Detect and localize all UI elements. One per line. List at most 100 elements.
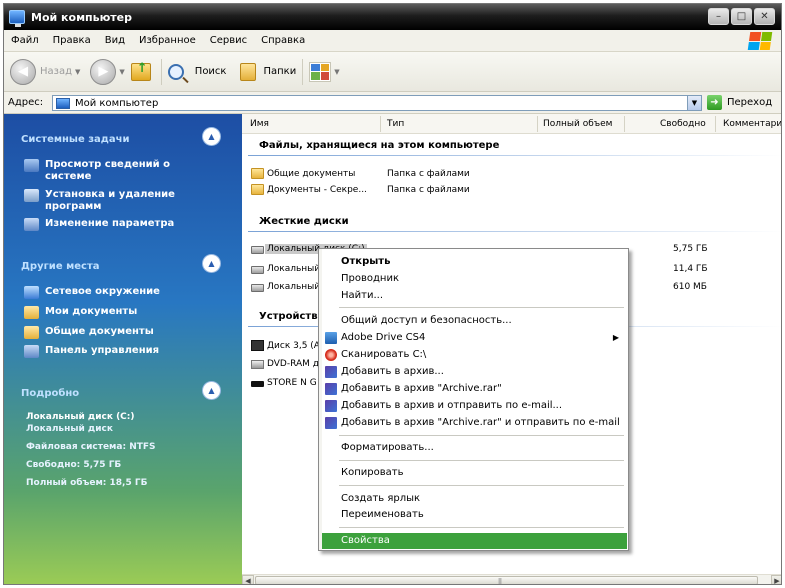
address-dropdown-icon[interactable]: ▼ (687, 96, 701, 110)
window-title: Мой компьютер (31, 10, 133, 24)
hard-drive-icon (251, 266, 264, 274)
menu-open[interactable]: Открыть (322, 254, 627, 270)
address-input[interactable]: Мой компьютер ▼ (52, 95, 702, 111)
menu-add-archive-rar[interactable]: Добавить в архив "Archive.rar" (322, 381, 627, 397)
menu-separator (339, 527, 624, 528)
window-controls: – □ ✕ (708, 8, 775, 25)
menu-scan[interactable]: Сканировать C:\ (322, 347, 627, 363)
antivirus-icon (325, 349, 337, 361)
folders-button[interactable]: Папки (226, 62, 296, 81)
menu-separator (339, 307, 624, 308)
other-places-title[interactable]: Другие места (21, 261, 100, 272)
control-panel-icon (24, 345, 39, 358)
menu-format[interactable]: Форматировать... (322, 440, 627, 456)
menu-label: Добавить в архив и отправить по e-mail..… (341, 400, 563, 411)
menu-find[interactable]: Найти... (322, 288, 627, 304)
menu-properties[interactable]: Свойства (322, 533, 627, 549)
column-divider[interactable] (624, 116, 625, 132)
submenu-arrow-icon: ▶ (612, 333, 619, 342)
column-divider[interactable] (715, 116, 716, 132)
place-label: Общие документы (45, 326, 154, 337)
group-hard-disks: Жесткие диски (259, 216, 349, 227)
item-type: Папка с файлами (387, 169, 470, 179)
column-type[interactable]: Тип (387, 119, 404, 129)
my-computer-icon (9, 10, 25, 27)
back-button[interactable]: ◀ Назад ▼ (10, 58, 80, 85)
menu-add-archive-email[interactable]: Добавить в архив и отправить по e-mail..… (322, 398, 627, 414)
scroll-left-icon[interactable]: ◀ (242, 575, 254, 584)
views-button[interactable]: ▼ (309, 61, 340, 82)
menu-bar: Файл Правка Вид Избранное Сервис Справка (4, 30, 781, 52)
go-button[interactable]: ➜ Переход (707, 95, 772, 110)
item-name: Диск 3,5 (A (267, 341, 320, 351)
toolbar-separator (302, 58, 304, 85)
menu-explorer[interactable]: Проводник (322, 271, 627, 287)
close-button[interactable]: ✕ (754, 8, 775, 25)
task-add-remove-programs[interactable]: Установка и удаление программ (24, 189, 204, 213)
place-control-panel[interactable]: Панель управления (24, 345, 204, 358)
menu-label: Открыть (341, 256, 391, 267)
usb-drive-icon (251, 381, 264, 387)
menu-label: Создать ярлык (341, 493, 421, 504)
menu-add-archive[interactable]: Добавить в архив... (322, 364, 627, 380)
detail-free-space: Свободно: 5,75 ГБ (26, 460, 122, 470)
menu-sharing[interactable]: Общий доступ и безопасность... (322, 313, 627, 329)
back-dropdown-icon[interactable]: ▼ (75, 68, 80, 76)
maximize-button[interactable]: □ (731, 8, 752, 25)
place-my-documents[interactable]: Мои документы (24, 306, 204, 319)
detail-total-size: Полный объем: 18,5 ГБ (26, 478, 148, 488)
menu-add-archive-rar-email[interactable]: Добавить в архив "Archive.rar" и отправи… (322, 415, 627, 431)
forward-dropdown-icon[interactable]: ▼ (119, 68, 124, 76)
floppy-disk-icon (251, 340, 264, 351)
collapse-other-places-icon[interactable]: ▲ (203, 255, 220, 272)
column-comments[interactable]: Комментари (723, 119, 781, 129)
menu-separator (339, 485, 624, 486)
item-name: Локальный (267, 282, 321, 292)
search-icon (167, 63, 184, 80)
task-change-setting[interactable]: Изменение параметра (24, 218, 204, 231)
system-tasks-title[interactable]: Системные задачи (21, 134, 130, 145)
menu-rename[interactable]: Переименовать (322, 507, 627, 523)
menu-create-shortcut[interactable]: Создать ярлык (322, 491, 627, 507)
forward-button[interactable]: ▶ ▼ (90, 58, 125, 85)
minimize-button[interactable]: – (708, 8, 729, 25)
menu-label: Переименовать (341, 509, 424, 520)
horizontal-scrollbar[interactable]: ◀ ||| ▶ (242, 574, 781, 584)
views-dropdown-icon: ▼ (334, 67, 340, 76)
place-label: Сетевое окружение (45, 286, 160, 297)
list-item[interactable]: Общие документы Папка с файлами (242, 167, 781, 182)
title-bar[interactable]: Мой компьютер – □ ✕ (4, 4, 781, 30)
menu-help[interactable]: Справка (254, 35, 312, 46)
scroll-thumb[interactable]: ||| (255, 576, 758, 584)
menu-tools[interactable]: Сервис (203, 35, 254, 46)
detail-drive-type: Локальный диск (26, 424, 113, 434)
winrar-icon (325, 400, 337, 412)
search-button[interactable]: Поиск (167, 63, 226, 80)
menu-file[interactable]: Файл (4, 35, 46, 46)
winrar-icon (325, 366, 337, 378)
task-view-system-info[interactable]: Просмотр сведений о системе (24, 159, 204, 183)
scroll-right-icon[interactable]: ▶ (771, 575, 781, 584)
menu-view[interactable]: Вид (98, 35, 132, 46)
collapse-details-icon[interactable]: ▲ (203, 382, 220, 399)
menu-edit[interactable]: Правка (46, 35, 98, 46)
details-title[interactable]: Подробно (21, 388, 79, 399)
place-label: Панель управления (45, 345, 160, 356)
item-free-space: 11,4 ГБ (673, 264, 708, 274)
column-free-space[interactable]: Свободно (660, 119, 706, 129)
menu-label: Форматировать... (341, 442, 434, 453)
column-name[interactable]: Имя (250, 119, 269, 129)
column-divider[interactable] (380, 116, 381, 132)
menu-adobe-drive[interactable]: Adobe Drive CS4 ▶ (322, 330, 627, 346)
menu-copy[interactable]: Копировать (322, 465, 627, 481)
place-network[interactable]: Сетевое окружение (24, 286, 204, 299)
column-total-size[interactable]: Полный объем (543, 119, 612, 129)
collapse-system-tasks-icon[interactable]: ▲ (203, 128, 220, 145)
column-headers: Имя Тип Полный объем Свободно Комментари (242, 114, 781, 134)
dvd-drive-icon (251, 360, 264, 369)
menu-favorites[interactable]: Избранное (132, 35, 203, 46)
column-divider[interactable] (537, 116, 538, 132)
folder-up-icon[interactable] (130, 61, 151, 81)
place-shared-documents[interactable]: Общие документы (24, 326, 204, 339)
list-item[interactable]: Документы - Секре... Папка с файлами (242, 183, 781, 198)
